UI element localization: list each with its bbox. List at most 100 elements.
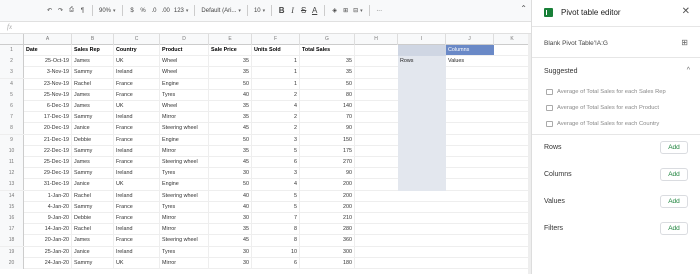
cell[interactable]: 30 bbox=[209, 257, 252, 269]
cell[interactable]: 40 bbox=[209, 190, 252, 202]
cell[interactable]: 21-Dec-19 bbox=[24, 134, 72, 146]
cell[interactable]: 31-Dec-19 bbox=[24, 179, 72, 191]
cell[interactable]: Debbie bbox=[72, 134, 114, 146]
cell[interactable]: Rachel bbox=[72, 190, 114, 202]
cell[interactable]: Rachel bbox=[72, 224, 114, 236]
bold-button[interactable]: B bbox=[276, 3, 287, 19]
column-header[interactable]: J bbox=[446, 34, 494, 45]
cell[interactable]: 180 bbox=[300, 257, 355, 269]
cell[interactable]: Tyres bbox=[160, 89, 209, 101]
cell[interactable]: Steering wheel bbox=[160, 123, 209, 135]
cell[interactable]: Sammy bbox=[72, 145, 114, 157]
add-rows-button[interactable]: Add bbox=[660, 141, 688, 154]
cell[interactable]: 1 bbox=[252, 78, 300, 90]
redo-icon[interactable]: ↷ bbox=[55, 3, 66, 19]
row-header[interactable]: 7 bbox=[0, 112, 24, 124]
cell[interactable]: 2 bbox=[252, 123, 300, 135]
cell[interactable]: 300 bbox=[300, 246, 355, 258]
column-header[interactable]: F bbox=[252, 34, 300, 45]
zoom-select[interactable]: 90% bbox=[97, 3, 118, 19]
cell[interactable]: 40 bbox=[209, 201, 252, 213]
cell[interactable]: 1 bbox=[252, 56, 300, 68]
row-header[interactable]: 11 bbox=[0, 157, 24, 168]
cell[interactable]: France bbox=[114, 213, 160, 224]
column-header[interactable]: I bbox=[398, 34, 446, 45]
cell[interactable]: 25-Dec-19 bbox=[24, 157, 72, 168]
cell[interactable]: Wheel bbox=[160, 101, 209, 112]
cell[interactable]: 5 bbox=[252, 145, 300, 157]
cell[interactable]: UK bbox=[114, 101, 160, 112]
cell[interactable]: 140 bbox=[300, 101, 355, 112]
cell[interactable]: 4-Jan-20 bbox=[24, 201, 72, 213]
cell[interactable]: 30 bbox=[209, 213, 252, 224]
increase-decimal-button[interactable]: .00 bbox=[160, 3, 172, 19]
cell[interactable]: Engine bbox=[160, 78, 209, 90]
cell[interactable]: 17-Dec-19 bbox=[24, 112, 72, 124]
suggestion-item[interactable]: Average of Total Sales for each Country bbox=[546, 121, 659, 127]
cell[interactable]: France bbox=[114, 134, 160, 146]
cell[interactable]: Tyres bbox=[160, 246, 209, 258]
column-header[interactable]: D bbox=[160, 34, 209, 45]
cell[interactable]: 6 bbox=[252, 157, 300, 168]
cell[interactable]: 270 bbox=[300, 157, 355, 168]
row-header[interactable]: 4 bbox=[0, 78, 24, 90]
font-select[interactable]: Default (Ari... bbox=[199, 3, 243, 19]
cell[interactable]: 1-Jan-20 bbox=[24, 190, 72, 202]
cell[interactable]: 30 bbox=[209, 168, 252, 180]
cell[interactable]: France bbox=[114, 157, 160, 168]
row-header[interactable]: 12 bbox=[0, 168, 24, 180]
row-header[interactable]: 14 bbox=[0, 190, 24, 202]
column-header[interactable]: A bbox=[24, 34, 72, 45]
cell[interactable]: James bbox=[72, 89, 114, 101]
cell[interactable]: Engine bbox=[160, 179, 209, 191]
column-header[interactable]: C bbox=[114, 34, 160, 45]
cell[interactable]: Sammy bbox=[72, 67, 114, 79]
column-header[interactable]: B bbox=[72, 34, 114, 45]
cell[interactable]: 8 bbox=[252, 235, 300, 247]
cell[interactable]: 25-Oct-19 bbox=[24, 56, 72, 68]
cell[interactable]: 280 bbox=[300, 224, 355, 236]
cell[interactable]: 25-Jan-20 bbox=[24, 246, 72, 258]
cell[interactable]: Sammy bbox=[72, 112, 114, 124]
column-title-cell[interactable]: Sale Price bbox=[209, 45, 252, 56]
row-header[interactable]: 8 bbox=[0, 123, 24, 135]
column-header[interactable]: H bbox=[355, 34, 398, 45]
cell[interactable]: 6 bbox=[252, 257, 300, 269]
add-values-button[interactable]: Add bbox=[660, 195, 688, 208]
cell[interactable]: Ireland bbox=[114, 190, 160, 202]
close-icon[interactable]: ✕ bbox=[682, 6, 690, 17]
cell[interactable]: Sammy bbox=[72, 257, 114, 269]
cell[interactable]: 35 bbox=[209, 56, 252, 68]
column-title-cell[interactable]: Country bbox=[114, 45, 160, 56]
italic-button[interactable]: I bbox=[287, 3, 298, 19]
cell[interactable]: James bbox=[72, 235, 114, 247]
cell[interactable]: 360 bbox=[300, 235, 355, 247]
merge-cells-icon[interactable]: ⊟ bbox=[351, 3, 365, 19]
cell[interactable]: 9-Jan-20 bbox=[24, 213, 72, 224]
cell[interactable]: 30 bbox=[209, 246, 252, 258]
cell[interactable]: Wheel bbox=[160, 67, 209, 79]
cell[interactable]: 3 bbox=[252, 134, 300, 146]
cell[interactable]: 35 bbox=[209, 112, 252, 124]
cell[interactable]: Mirror bbox=[160, 257, 209, 269]
row-header[interactable]: 13 bbox=[0, 179, 24, 191]
cell[interactable]: 20-Jan-20 bbox=[24, 235, 72, 247]
cell[interactable]: Janice bbox=[72, 123, 114, 135]
cell[interactable]: 90 bbox=[300, 123, 355, 135]
cell[interactable]: 2 bbox=[252, 89, 300, 101]
cell[interactable]: Sammy bbox=[72, 168, 114, 180]
paint-format-icon[interactable]: ¶ bbox=[77, 3, 88, 19]
sheet-grid[interactable]: ABCDEFGHIJK 1 Date Sales Rep Country Product… bbox=[0, 34, 531, 274]
cell[interactable]: Ireland bbox=[114, 145, 160, 157]
strikethrough-button[interactable]: S bbox=[298, 3, 309, 19]
cell[interactable]: 175 bbox=[300, 145, 355, 157]
collapse-toolbar-icon[interactable]: ⌃ bbox=[520, 4, 527, 13]
cell[interactable]: Sammy bbox=[72, 201, 114, 213]
cell[interactable]: UK bbox=[114, 56, 160, 68]
column-header[interactable]: E bbox=[209, 34, 252, 45]
row-header[interactable]: 18 bbox=[0, 235, 24, 247]
cell[interactable]: 35 bbox=[300, 56, 355, 68]
cell[interactable]: Ireland bbox=[114, 168, 160, 180]
cell[interactable]: Mirror bbox=[160, 145, 209, 157]
cell[interactable]: 80 bbox=[300, 89, 355, 101]
